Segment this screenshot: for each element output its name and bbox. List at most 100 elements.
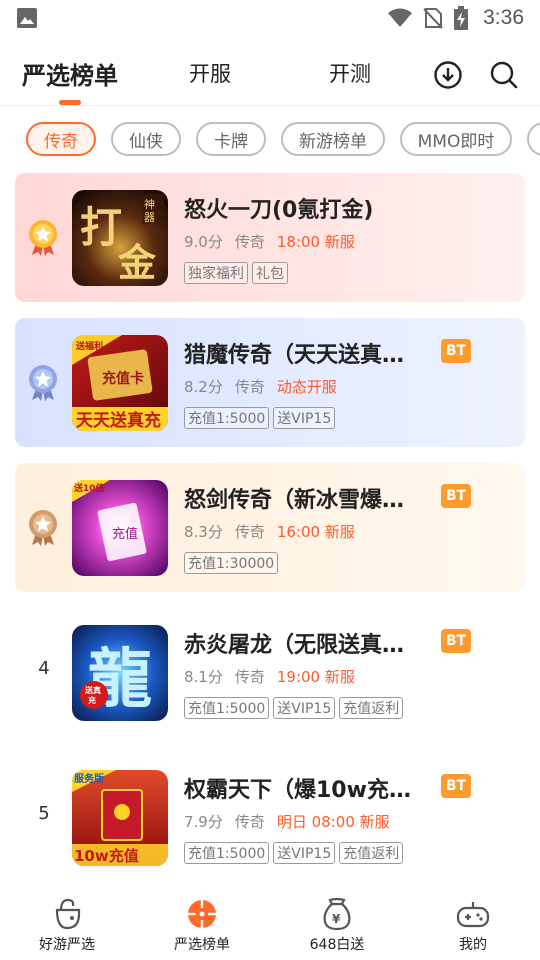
- game-title[interactable]: 怒剑传奇（新冰雪爆充）: [184, 482, 420, 514]
- game-title[interactable]: 赤炎屠龙（无限送真充）: [184, 627, 420, 659]
- bottom-nav-ranking[interactable]: 严选榜单: [147, 896, 257, 954]
- game-score: 8.3分: [184, 523, 223, 541]
- list-item[interactable]: 充值卡 送福利 天天送真充 猎魔传奇（天天送真充） BT 8.2分 传奇 动态开服 …: [0, 318, 540, 448]
- svg-text:¥: ¥: [332, 912, 341, 926]
- game-tag: 充值返利: [339, 697, 404, 719]
- chip-more[interactable]: [527, 122, 540, 156]
- game-tags: 充值1:5000 送VIP15 充值返利: [184, 842, 404, 864]
- bt-badge: BT: [441, 339, 471, 363]
- game-tags: 充值1:30000: [184, 552, 279, 574]
- tab-selected-ranking[interactable]: 严选榜单: [22, 56, 118, 91]
- bt-badge: BT: [441, 629, 471, 653]
- svg-text:送福利: 送福利: [75, 340, 103, 352]
- game-tags: 充值1:5000 送VIP15: [184, 407, 336, 429]
- svg-text:服务版: 服务版: [74, 772, 104, 785]
- category-chips: 传奇 仙侠 卡牌 新游榜单 MMO即时: [0, 122, 540, 158]
- game-title[interactable]: 权霸天下（爆10w充值）: [184, 772, 420, 804]
- bt-badge: BT: [441, 774, 471, 798]
- game-tag: 送VIP15: [273, 842, 336, 864]
- bottom-nav-mine[interactable]: 我的: [418, 896, 528, 954]
- target-icon: [188, 900, 216, 928]
- svg-text:送真: 送真: [84, 685, 101, 695]
- game-genre: 传奇: [234, 523, 265, 541]
- svg-text:金: 金: [117, 240, 157, 285]
- gold-medal-icon: [29, 220, 57, 256]
- game-tag: 送VIP15: [273, 407, 336, 429]
- game-tag: 礼包: [252, 262, 288, 284]
- game-genre: 传奇: [234, 813, 265, 831]
- svg-text:充值: 充值: [112, 526, 138, 542]
- svg-text:送10倍: 送10倍: [73, 482, 105, 494]
- no-sim-icon: [423, 8, 443, 29]
- game-meta: 8.1分 传奇 19:00 新服: [184, 666, 355, 687]
- bag-icon: [55, 898, 81, 930]
- rank-number: 5: [38, 803, 50, 824]
- tab-open-test[interactable]: 开测: [329, 58, 371, 88]
- game-tags: 充值1:5000 送VIP15 充值返利: [184, 697, 404, 719]
- search-icon[interactable]: [489, 60, 519, 90]
- list-item[interactable]: 5 服务版 10w充值 权霸天下（爆10w充值） BT 7.9分 传奇 明日 08:…: [0, 753, 540, 883]
- game-tag: 充值1:5000: [184, 842, 270, 864]
- game-server-status: 19:00 新服: [276, 668, 355, 686]
- game-tag: 充值1:5000: [184, 407, 270, 429]
- chip-xianxia[interactable]: 仙侠: [111, 122, 181, 156]
- bottom-nav-home[interactable]: 好游严选: [12, 896, 122, 954]
- game-server-status: 明日 08:00 新服: [276, 813, 390, 831]
- bt-badge: BT: [441, 484, 471, 508]
- image-icon: [17, 8, 37, 28]
- list-item[interactable]: 4 龍 送真 充 赤炎屠龙（无限送真充） BT 8.1分 传奇 19:00 新服 充…: [0, 608, 540, 738]
- game-genre: 传奇: [234, 378, 265, 396]
- game-tag: 充值1:30000: [184, 552, 279, 574]
- list-item[interactable]: 打 金 神 器 怒火一刀(0氪打金) 9.0分 传奇 18:00 新服 独家福利 礼…: [0, 173, 540, 303]
- game-tag: 充值返利: [339, 842, 404, 864]
- game-title[interactable]: 猎魔传奇（天天送真充）: [184, 337, 420, 369]
- game-icon[interactable]: 打 金 神 器: [72, 190, 168, 286]
- svg-text:神: 神: [144, 197, 155, 211]
- list-item[interactable]: 充值 送10倍 怒剑传奇（新冰雪爆充） BT 8.3分 传奇 16:00 新服 充值…: [0, 463, 540, 593]
- game-tag: 充值1:5000: [184, 697, 270, 719]
- game-score: 9.0分: [184, 233, 223, 251]
- game-score: 8.1分: [184, 668, 223, 686]
- chip-mmo[interactable]: MMO即时: [400, 122, 512, 156]
- game-meta: 8.3分 传奇 16:00 新服: [184, 521, 355, 542]
- chip-legend[interactable]: 传奇: [26, 122, 96, 156]
- game-title[interactable]: 怒火一刀(0氪打金): [184, 192, 420, 224]
- svg-text:打: 打: [80, 203, 122, 252]
- game-icon[interactable]: 充值 送10倍: [72, 480, 168, 576]
- bottom-nav-gift[interactable]: ¥ 648白送: [282, 896, 392, 954]
- status-time: 3:36: [483, 6, 524, 29]
- game-meta: 8.2分 传奇 动态开服: [184, 376, 337, 397]
- silver-medal-icon: [29, 365, 57, 401]
- game-server-status: 动态开服: [276, 378, 337, 396]
- battery-charging-icon: [454, 6, 469, 30]
- game-tag: 独家福利: [184, 262, 248, 284]
- game-meta: 7.9分 传奇 明日 08:00 新服: [184, 811, 390, 832]
- chip-card[interactable]: 卡牌: [196, 122, 266, 156]
- svg-text:天天送真充: 天天送真充: [76, 410, 161, 431]
- bottom-nav-label: 严选榜单: [174, 937, 230, 953]
- game-icon[interactable]: 龍 送真 充: [72, 625, 168, 721]
- tab-open-server[interactable]: 开服: [189, 58, 231, 88]
- svg-text:充: 充: [88, 695, 96, 705]
- status-bar: 3:36: [0, 0, 540, 36]
- game-icon[interactable]: 充值卡 送福利 天天送真充: [72, 335, 168, 431]
- game-genre: 传奇: [234, 233, 265, 251]
- download-icon[interactable]: [433, 60, 463, 90]
- bottom-nav-label: 好游严选: [39, 937, 95, 953]
- top-nav: 严选榜单 开服 开测: [0, 44, 540, 106]
- game-genre: 传奇: [234, 668, 265, 686]
- game-score: 8.2分: [184, 378, 223, 396]
- bottom-nav-label: 648白送: [309, 937, 365, 953]
- bronze-medal-icon: [29, 510, 57, 546]
- chip-new-games[interactable]: 新游榜单: [281, 122, 385, 156]
- svg-text:充值卡: 充值卡: [102, 370, 144, 387]
- rank-number: 4: [38, 658, 50, 679]
- bottom-nav: 好游严选 严选榜单 ¥ 648白送 我的: [0, 884, 540, 960]
- game-icon[interactable]: 服务版 10w充值: [72, 770, 168, 866]
- svg-text:器: 器: [144, 211, 155, 224]
- game-server-status: 16:00 新服: [276, 523, 355, 541]
- active-tab-indicator: [59, 100, 81, 105]
- gamepad-icon: [456, 902, 490, 928]
- wifi-icon: [388, 8, 413, 27]
- game-score: 7.9分: [184, 813, 223, 831]
